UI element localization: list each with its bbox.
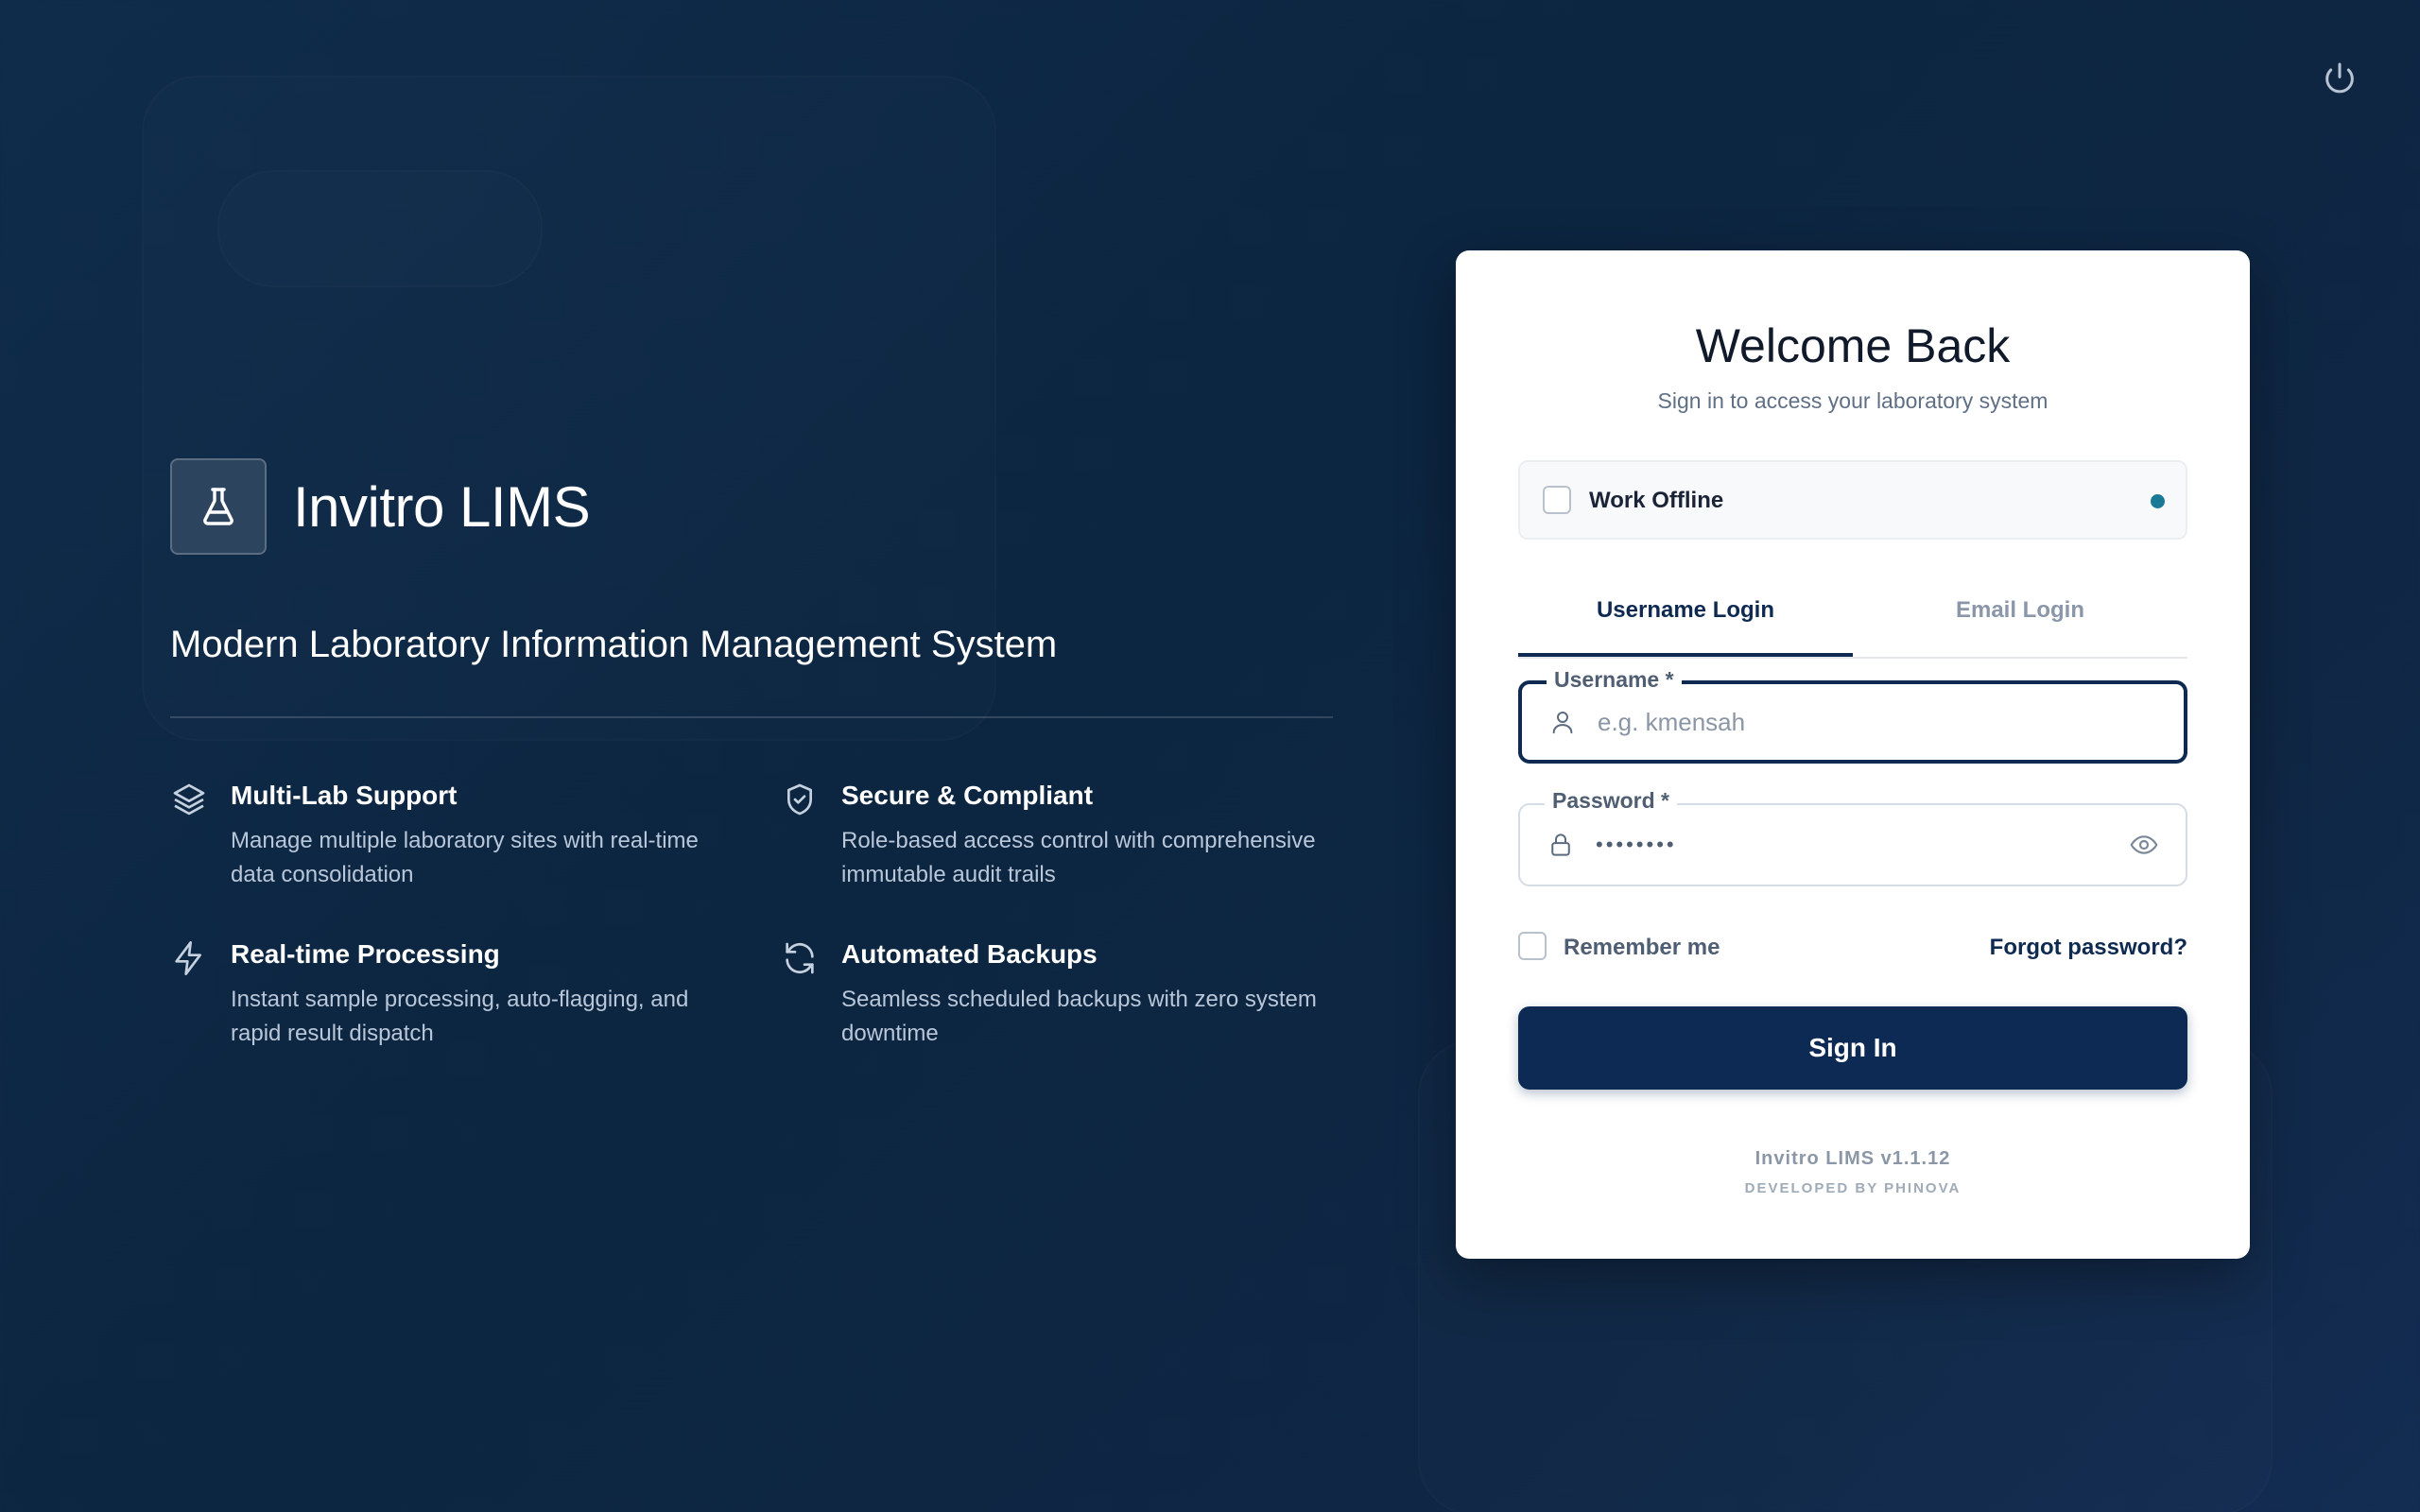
- work-offline-checkbox[interactable]: [1543, 486, 1571, 514]
- feature-title: Secure & Compliant: [841, 781, 1094, 810]
- divider: [170, 716, 1333, 718]
- feature-title: Multi-Lab Support: [231, 781, 458, 810]
- work-offline-toggle[interactable]: Work Offline: [1518, 460, 2187, 540]
- tab-username-login[interactable]: Username Login: [1518, 577, 1853, 657]
- remember-me-label: Remember me: [1564, 935, 1720, 960]
- shield-check-icon: [787, 783, 812, 816]
- app-name: Invitro LIMS: [293, 474, 591, 539]
- brand-header: Invitro LIMS: [170, 458, 591, 555]
- layers-icon: [173, 783, 205, 816]
- login-title: Welcome Back: [1695, 319, 2011, 372]
- forgot-password-link[interactable]: Forgot password?: [1990, 935, 2187, 961]
- feature-description: Instant sample processing, auto-flagging…: [231, 987, 689, 1046]
- lock-icon: [1551, 833, 1570, 856]
- tab-email-login[interactable]: Email Login: [1853, 577, 2187, 657]
- remember-me-checkbox[interactable]: [1518, 932, 1547, 960]
- power-button[interactable]: [2316, 55, 2363, 102]
- login-tabs: Username Login Email Login: [1518, 577, 2187, 659]
- user-icon: [1552, 712, 1573, 734]
- feature-title: Automated Backups: [841, 939, 1098, 969]
- eye-icon[interactable]: [2129, 830, 2159, 860]
- background-shape: [217, 170, 543, 287]
- feature-description: Manage multiple laboratory sites with re…: [231, 828, 699, 887]
- flask-icon: [203, 488, 233, 525]
- brand-logo: [170, 458, 267, 555]
- password-field[interactable]: Password * ••••••••: [1518, 788, 2187, 886]
- feature-description: Seamless scheduled backups with zero sys…: [841, 987, 1317, 1046]
- app-tagline: Modern Laboratory Information Management…: [170, 624, 1058, 665]
- refresh-icon: [786, 942, 814, 974]
- app-version: Invitro LIMS v1.1.12: [1754, 1148, 1951, 1169]
- power-icon: [2325, 62, 2354, 94]
- login-card: Welcome Back Sign in to access your labo…: [1456, 250, 2250, 1259]
- feature-description: Role-based access control with comprehen…: [841, 828, 1316, 887]
- work-offline-label: Work Offline: [1589, 488, 1724, 513]
- login-subtitle: Sign in to access your laboratory system: [1657, 388, 2048, 413]
- sign-in-button[interactable]: Sign In: [1518, 1006, 2187, 1090]
- connection-status-dot: [2151, 494, 2165, 508]
- username-input[interactable]: [1598, 684, 2089, 760]
- username-field[interactable]: Username *: [1518, 667, 2187, 764]
- lightning-icon: [175, 941, 201, 975]
- feature-title: Real-time Processing: [231, 939, 500, 969]
- developer-credit: DEVELOPED BY PHINOVA: [1744, 1180, 1962, 1196]
- password-input[interactable]: ••••••••: [1596, 805, 1677, 885]
